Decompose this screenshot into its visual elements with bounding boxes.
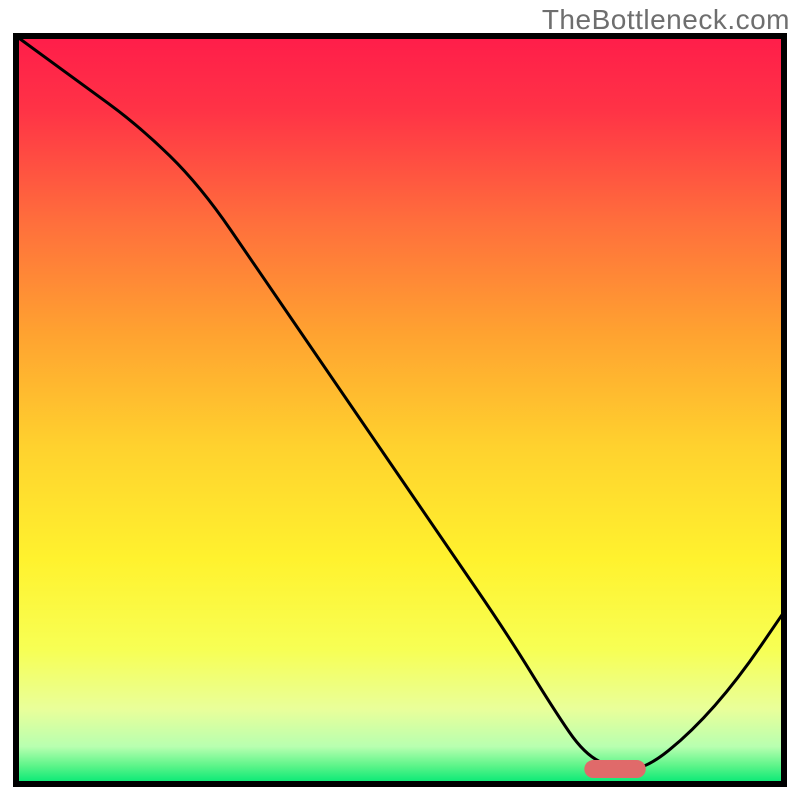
watermark-text: TheBottleneck.com bbox=[542, 4, 790, 36]
optimal-marker bbox=[584, 760, 645, 778]
plot-background bbox=[16, 36, 784, 784]
chart-frame: TheBottleneck.com bbox=[0, 0, 800, 800]
bottleneck-chart bbox=[0, 0, 800, 800]
